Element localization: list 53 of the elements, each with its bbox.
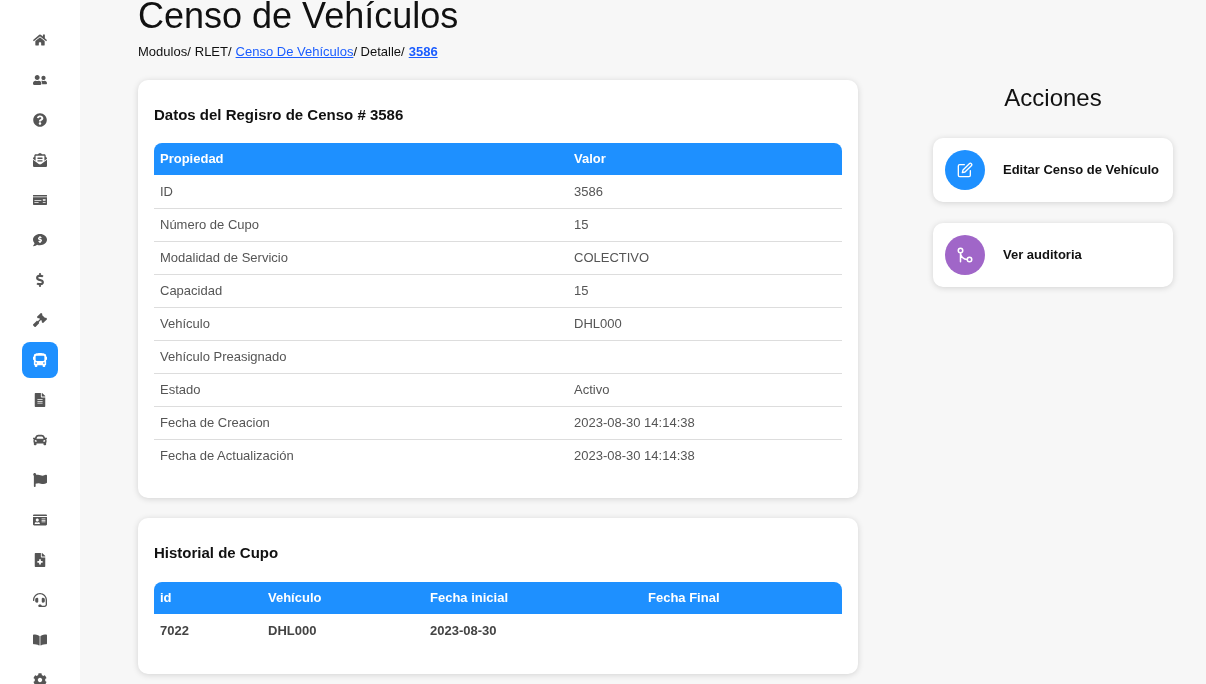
card-title: Historial de Cupo <box>154 543 280 563</box>
table-cell: Fecha de Actualización <box>160 448 294 463</box>
table-cell: Número de Cupo <box>160 216 259 232</box>
breadcrumb-text: RLET/ <box>194 43 232 61</box>
bus-icon <box>33 353 47 367</box>
table-cell: DHL000 <box>268 622 317 638</box>
table-cell: Modalidad de Servicio <box>160 249 288 265</box>
gavel-icon <box>33 313 47 327</box>
settings-icon <box>33 673 47 684</box>
dollar-icon <box>33 273 47 287</box>
card-title: Datos del Regisro de Censo # 3586 <box>154 104 405 125</box>
dollar-chat-icon <box>33 233 47 247</box>
people-icon <box>33 73 47 87</box>
table-cell: Vehículo <box>160 315 210 331</box>
table-cell: DHL000 <box>574 315 622 331</box>
table-cell: COLECTIVO <box>574 249 650 265</box>
table-cell: Vehículo Preasignado <box>160 348 287 364</box>
table-cell: Estado <box>160 381 201 397</box>
table-cell: 2023-08-30 14:14:38 <box>574 448 695 463</box>
action-card[interactable]: Editar Censo de Vehículo <box>933 138 1173 202</box>
column-header: Fecha Final <box>642 581 842 614</box>
column-header: Vehículo <box>262 581 424 614</box>
table-cell: 15 <box>574 216 589 232</box>
column-header: Valor <box>568 143 842 175</box>
headset-icon <box>33 593 47 607</box>
table-cell: 7022 <box>160 622 189 638</box>
breadcrumb-text: Modulos/ <box>138 43 191 61</box>
table-cell: 15 <box>574 282 589 298</box>
breadcrumb-current-link[interactable]: 3586 <box>408 42 438 62</box>
flag-icon <box>33 473 47 487</box>
table-cell: Activo <box>574 381 610 397</box>
home-icon <box>33 33 47 47</box>
id-card-icon <box>33 513 47 527</box>
action-card[interactable]: Ver auditoria <box>933 223 1173 287</box>
table-cell: 3586 <box>574 183 603 199</box>
car-icon <box>33 433 47 447</box>
column-header: Fecha inicial <box>424 581 642 614</box>
column-header: id <box>154 581 262 614</box>
book-icon <box>33 633 47 647</box>
column-header: Propiedad <box>154 143 568 175</box>
table-cell: Capacidad <box>160 282 223 298</box>
sidebar-item[interactable] <box>22 342 58 378</box>
envelope-icon <box>33 153 47 167</box>
table-cell: Fecha de Creacion <box>160 414 270 430</box>
table-cell: 2023-08-30 <box>430 622 497 638</box>
page-title: Censo de Vehículos <box>138 0 460 34</box>
table-cell: ID <box>160 183 173 199</box>
breadcrumb-link[interactable]: Censo De Vehículos <box>235 42 354 62</box>
document-icon <box>33 393 47 407</box>
table-cell: 2023-08-30 14:14:38 <box>574 414 695 430</box>
breadcrumb-text: / Detalle/ <box>353 43 405 61</box>
card-icon <box>33 193 47 207</box>
actions-title: Acciones <box>1003 83 1103 113</box>
